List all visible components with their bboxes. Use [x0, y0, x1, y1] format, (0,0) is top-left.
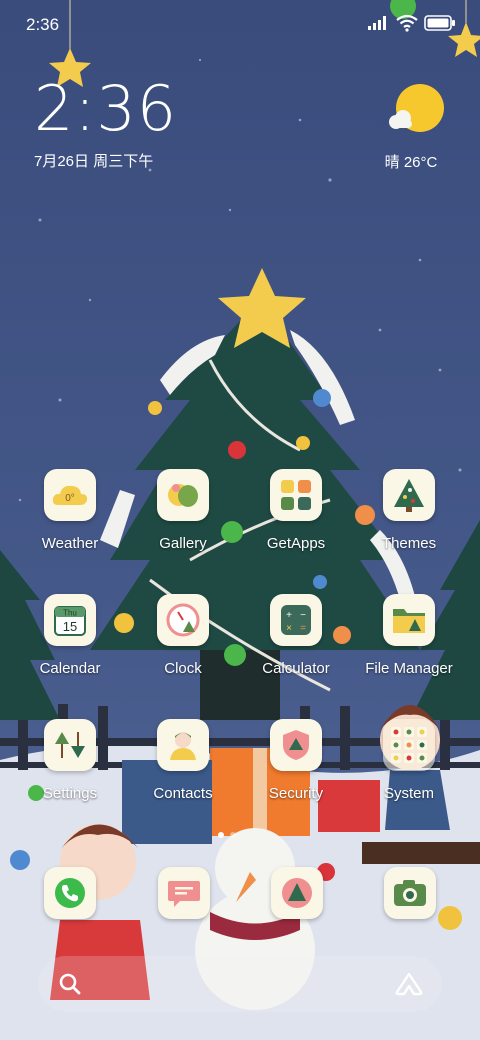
contacts-app-icon — [157, 719, 209, 771]
clock-app-icon — [157, 594, 209, 646]
security-app-icon — [270, 719, 322, 771]
assistant-icon[interactable] — [394, 972, 424, 996]
phone-app-icon[interactable] — [44, 867, 96, 919]
calendar-app-icon: Thu 15 — [44, 594, 96, 646]
app-label-themes: Themes — [381, 535, 437, 552]
signal-icon — [368, 16, 386, 30]
status-time: 2:36 — [26, 15, 60, 34]
camera-app-icon[interactable] — [384, 867, 436, 919]
weather-text: 晴 26°C — [384, 154, 438, 171]
app-label-file-manager: File Manager — [365, 660, 453, 677]
file-manager-app-icon — [383, 594, 435, 646]
themes-app-icon — [383, 469, 435, 521]
weather-app-icon: 0° — [44, 469, 96, 521]
search-icon[interactable] — [58, 972, 82, 996]
weather-widget[interactable]: 晴 26°C — [385, 84, 446, 172]
widget-time: 2:36 — [34, 72, 178, 145]
app-label-calendar: Calendar — [39, 660, 101, 677]
svg-text:+: + — [286, 610, 292, 621]
page-indicator-dot-active — [218, 832, 224, 838]
calculator-app-icon: + − × = — [270, 594, 322, 646]
widget-date: 7月26日 周三下午 — [34, 153, 154, 170]
svg-text:×: × — [286, 623, 292, 634]
app-label-system: System — [383, 785, 434, 802]
svg-text:−: − — [300, 610, 306, 621]
app-label-settings: Settings — [42, 785, 98, 802]
app-label-contacts: Contacts — [153, 785, 213, 802]
sun-cloud-icon — [389, 84, 444, 132]
app-weather[interactable]: 0° Weather — [14, 469, 126, 552]
app-label-getapps: GetApps — [266, 535, 326, 552]
calendar-icon-day: Thu — [63, 609, 77, 618]
app-getapps[interactable]: GetApps — [240, 469, 352, 552]
system-folder-icon — [383, 719, 435, 771]
app-themes[interactable]: Themes — [353, 469, 465, 552]
app-clock[interactable]: Clock — [127, 594, 239, 677]
app-label-security: Security — [268, 785, 324, 802]
weather-icon-text: 0° — [65, 493, 75, 504]
app-label-weather: Weather — [41, 535, 99, 552]
svg-text:=: = — [300, 623, 306, 634]
page-indicator-dot — [230, 832, 236, 838]
messaging-app-icon[interactable] — [158, 867, 210, 919]
clock-widget[interactable]: 2:36 7月26日 周三下午 — [34, 78, 177, 171]
app-calculator[interactable]: + − × = Calculator — [240, 594, 352, 677]
wifi-icon — [396, 14, 418, 32]
gallery-app-icon — [157, 469, 209, 521]
app-system-folder[interactable]: System — [353, 719, 465, 802]
browser-app-icon[interactable] — [271, 867, 323, 919]
app-label-calculator: Calculator — [262, 660, 330, 677]
app-label-clock: Clock — [164, 660, 202, 677]
app-contacts[interactable]: Contacts — [127, 719, 239, 802]
status-bar: 2:36 — [0, 0, 480, 50]
app-label-gallery: Gallery — [159, 535, 207, 552]
search-bar[interactable] — [38, 956, 442, 1012]
app-gallery[interactable]: Gallery — [127, 469, 239, 552]
app-settings[interactable]: Settings — [14, 719, 126, 802]
battery-icon — [424, 15, 455, 31]
settings-app-icon — [44, 719, 96, 771]
app-calendar[interactable]: Thu 15 Calendar — [14, 594, 126, 677]
app-security[interactable]: Security — [240, 719, 352, 802]
calendar-icon-date: 15 — [63, 619, 77, 634]
app-file-manager[interactable]: File Manager — [353, 594, 465, 677]
getapps-app-icon — [270, 469, 322, 521]
